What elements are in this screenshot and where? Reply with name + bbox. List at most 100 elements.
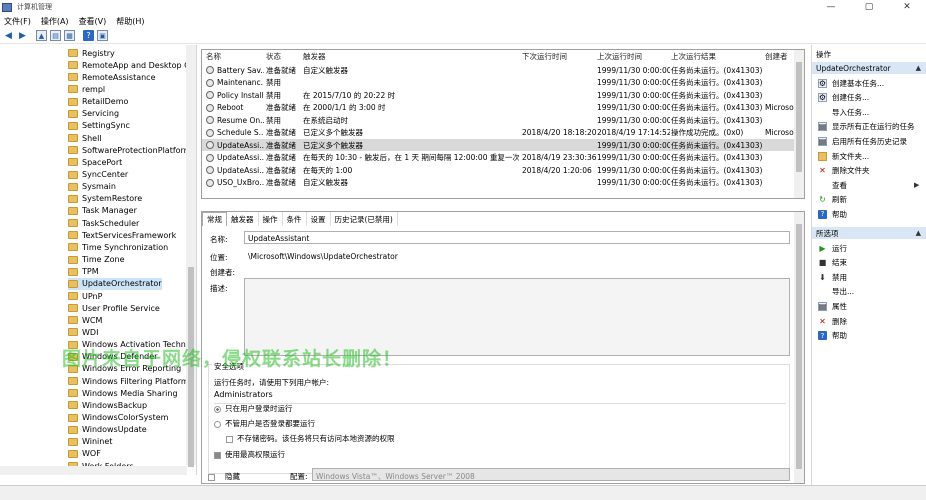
action-item[interactable]: ✕ 删除文件夹 [818,164,869,178]
table-row[interactable]: Policy Install 禁用 在 2015/7/10 的 20:22 时 199… [202,89,796,101]
list-view-icon[interactable]: ▦ [64,30,75,41]
minimize-button[interactable]: — [812,0,850,14]
tab-general[interactable]: 常规 [202,212,227,226]
show-tree-icon[interactable]: ▤ [50,30,61,41]
option-run-logged-on[interactable]: 只在用户登录时运行 [214,403,293,414]
tree-item-task-manager[interactable]: Task Manager [68,205,137,217]
tree-item-remoteassistance[interactable]: RemoteAssistance [68,71,156,83]
up-folder-icon[interactable]: ▲ [36,30,47,41]
checkbox-highest-privileges[interactable] [214,451,221,459]
column-header-last-result[interactable]: 上次运行结果 [671,50,716,62]
collapse-up-icon[interactable]: ▲ [916,64,921,72]
action-item[interactable]: ? 帮助 [818,207,847,221]
tree-item-tpm[interactable]: TPM [68,266,99,278]
tree-item-windows-filtering-platform[interactable]: Windows Filtering Platform [68,375,189,387]
table-row[interactable]: Resume On... 禁用 在系统启动时 1999/11/30 0:00:00 任务… [202,114,796,126]
table-row[interactable]: UpdateAssi... 准备就绪 在每天的 10:30 - 触发后，在 1 天 … [202,152,796,164]
table-row[interactable]: UpdateAssi... 准备就绪 已定义多个触发器 1999/11/30 0:00… [202,139,796,151]
tree-item-spaceport[interactable]: SpacePort [68,156,122,168]
column-header-trigger[interactable]: 触发器 [303,50,326,62]
tab-triggers[interactable]: 触发器 [227,212,259,226]
tree-item-wcm[interactable]: WCM [68,314,102,326]
tree-item-registry[interactable]: Registry [68,47,115,59]
action-item[interactable]: 查看 ▶ [818,178,919,192]
action-item[interactable]: ▤ 显示所有正在运行的任务 [818,120,915,134]
tree-item-taskscheduler[interactable]: TaskScheduler [68,217,139,229]
collapse-up-icon[interactable]: ▲ [916,229,921,237]
option-run-whether[interactable]: 不管用户是否登录都要运行 [214,418,315,429]
column-header-next-run[interactable]: 下次运行时间 [522,50,567,62]
tree-item-time-synchronization[interactable]: Time Synchronization [68,241,168,253]
column-header-last-run[interactable]: 上次运行时间 [597,50,642,62]
action-item[interactable]: ▤ 启用所有任务历史记录 [818,134,907,148]
menu-action[interactable]: 操作(A) [41,16,69,27]
actions-section-selected[interactable]: 所选项 ▲ [812,227,926,239]
tree-item-time-zone[interactable]: Time Zone [68,254,125,266]
tree-item-retaildemo[interactable]: RetailDemo [68,96,128,108]
tab-settings[interactable]: 设置 [307,212,331,226]
column-header-author[interactable]: 创建者 [765,50,788,62]
tree-item-windowscolorsystem[interactable]: WindowsColorSystem [68,412,168,424]
action-item[interactable]: ▤ 属性 [818,299,847,313]
menu-help[interactable]: 帮助(H) [116,16,144,27]
action-item[interactable]: 新文件夹... [818,149,869,163]
configure-select[interactable]: Windows Vista™、Windows Server™ 2008 [312,468,790,481]
properties-icon[interactable]: ▣ [97,30,108,41]
action-item[interactable]: ⚙ 创建基本任务... [818,76,884,90]
close-button[interactable]: ✕ [888,0,926,14]
back-arrow-icon[interactable]: ◀ [3,30,14,41]
tree-item-systemrestore[interactable]: SystemRestore [68,193,142,205]
help-icon[interactable]: ? [83,30,94,41]
table-row[interactable]: Reboot 准备就绪在 2000/1/1 的 3:00 时 1999/11/30 … [202,102,796,114]
option-no-store-password[interactable]: 不存储密码。该任务将只有访问本地资源的权限 [226,433,395,444]
tree-item-wof[interactable]: WOF [68,448,101,460]
tab-conditions[interactable]: 条件 [283,212,307,226]
tree-item-settingsync[interactable]: SettingSync [68,120,130,132]
tree-item-windowsbackup[interactable]: WindowsBackup [68,399,147,411]
tree-item-textservicesframework[interactable]: TextServicesFramework [68,229,176,241]
tree-item-remoteapp-and-desktop-co[interactable]: RemoteApp and Desktop Co [68,59,195,71]
action-item[interactable]: ? 帮助 [818,329,847,343]
table-row[interactable]: Maintenanc... 禁用 1999/11/30 0:00:00 任务尚未运行。… [202,77,796,89]
tree-item-upnp[interactable]: UPnP [68,290,102,302]
tree-item-servicing[interactable]: Servicing [68,108,119,120]
menu-view[interactable]: 查看(V) [79,16,107,27]
tree-item-wininet[interactable]: Wininet [68,436,112,448]
tree-vertical-scrollbar[interactable] [186,45,196,467]
menu-file[interactable]: 文件(F) [4,16,31,27]
task-list-scrollbar[interactable] [794,50,804,198]
actions-section-folder[interactable]: UpdateOrchestrator ▲ [812,62,926,74]
task-list-scroll-thumb[interactable] [796,62,802,172]
action-item[interactable]: ⚙ 创建任务... [818,91,869,105]
action-item[interactable]: ↻ 刷新 [818,193,847,207]
tab-actions[interactable]: 操作 [259,212,283,226]
table-row[interactable]: UpdateAssi... 准备就绪 在每天的 1:00 2018/4/20 1:20… [202,164,796,176]
table-row[interactable]: USO_UxBro... 准备就绪 自定义触发器 1999/11/30 0:00:00… [202,177,796,189]
action-item[interactable]: ■ 结束 [818,256,847,270]
tree-item-user-profile-service[interactable]: User Profile Service [68,302,160,314]
tree-item-windows-media-sharing[interactable]: Windows Media Sharing [68,387,178,399]
action-item[interactable]: ⬇ 禁用 [818,270,847,284]
action-item[interactable]: ✕ 删除 [818,314,847,328]
tree-item-sysmain[interactable]: Sysmain [68,181,116,193]
column-header-status[interactable]: 状态 [266,50,281,62]
action-item[interactable]: 导入任务... [818,105,869,119]
table-row[interactable]: Schedule S... 准备就绪 已定义多个触发器 2018/4/20 18:18… [202,127,796,139]
tree-item-softwareprotectionplatform[interactable]: SoftwareProtectionPlatform [68,144,191,156]
tree-horizontal-scrollbar[interactable] [0,466,187,475]
radio-whether-logged-on[interactable] [214,420,221,428]
tree-item-windowsupdate[interactable]: WindowsUpdate [68,424,147,436]
checkbox-hidden[interactable] [208,473,215,481]
action-item[interactable]: ▶ 运行 [818,241,847,255]
detail-scroll-thumb[interactable] [796,224,802,469]
maximize-button[interactable]: ▢ [850,0,888,14]
tree-item-synccenter[interactable]: SyncCenter [68,169,128,181]
name-field[interactable]: UpdateAssistant [244,231,790,244]
tree-item-wdi[interactable]: WDI [68,326,98,338]
option-highest-privileges[interactable]: 使用最高权限运行 [214,449,285,460]
action-item[interactable]: 导出... [818,285,854,299]
forward-arrow-icon[interactable]: ▶ [17,30,28,41]
column-header-name[interactable]: 名称 [206,50,221,62]
checkbox-no-store-password[interactable] [226,435,233,443]
radio-logged-on[interactable] [214,405,221,413]
